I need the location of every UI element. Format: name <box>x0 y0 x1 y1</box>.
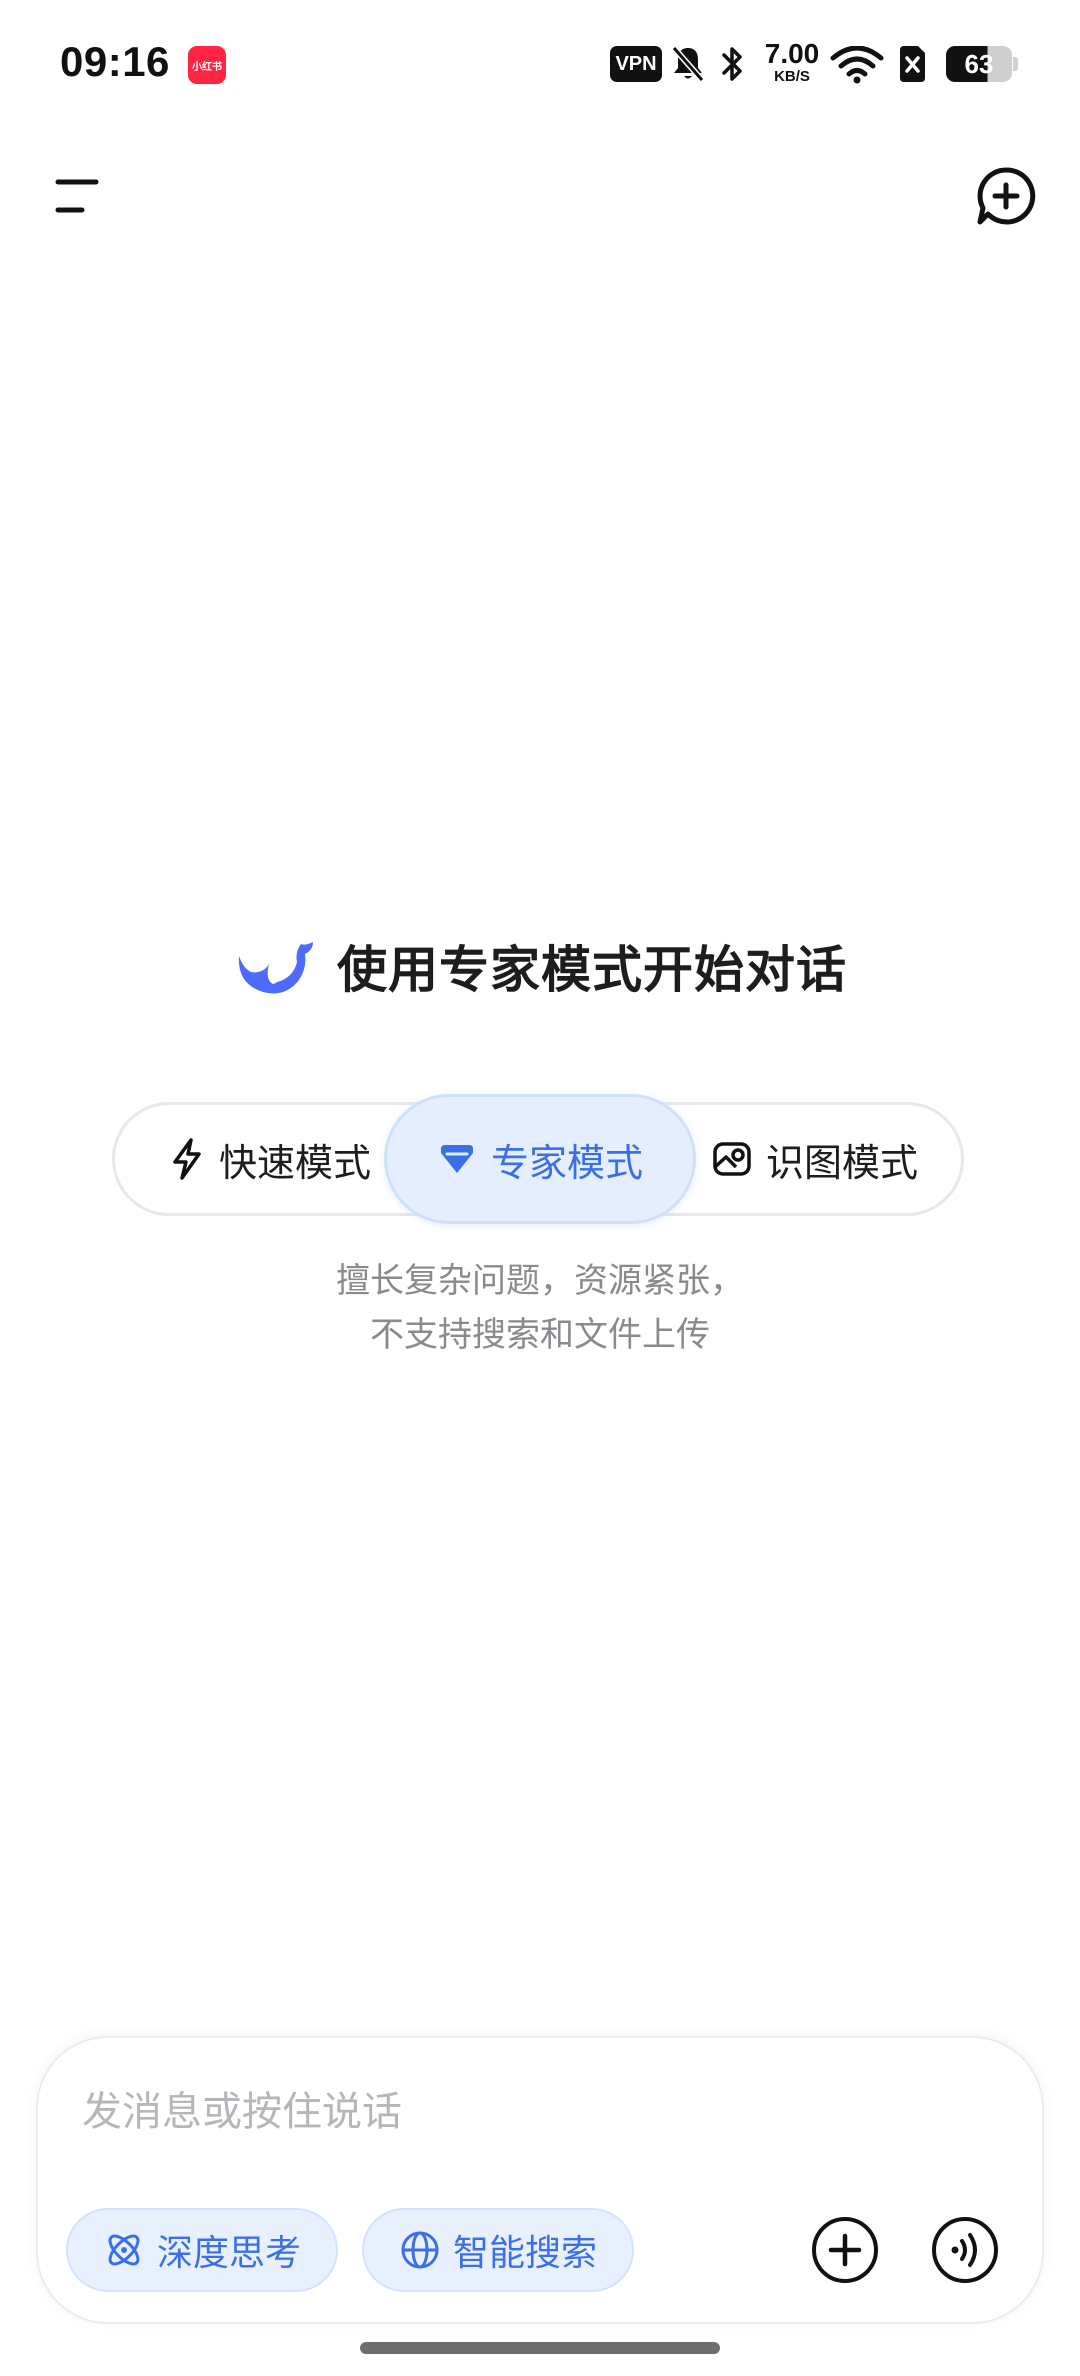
mode-fast-label: 快速模式 <box>218 1140 371 1185</box>
mode-expert-button[interactable]: 专家模式 <box>384 1094 696 1224</box>
mode-description: 擅长复杂问题，资源紧张， 不支持搜索和文件上传 <box>0 1254 1080 1362</box>
wifi-icon <box>830 45 884 88</box>
menu-button[interactable] <box>40 160 112 232</box>
smart-search-label: 智能搜索 <box>452 2233 597 2274</box>
new-chat-button[interactable] <box>966 156 1046 236</box>
xiaohongshu-app-icon: 小红书 <box>188 46 226 84</box>
battery-tip <box>1013 57 1018 71</box>
status-bar: 09:16 小红书 VPN 7.00 KB/S 63 <box>0 0 1080 130</box>
mode-description-line2: 不支持搜索和文件上传 <box>370 1315 710 1355</box>
network-speed: 7.00 KB/S <box>764 38 820 85</box>
mode-image-label: 识图模式 <box>765 1140 918 1185</box>
image-icon <box>713 1142 751 1176</box>
composer: 深度思考 智能搜索 <box>36 2036 1044 2324</box>
hero: 使用专家模式开始对话 <box>0 930 1080 1002</box>
message-input[interactable] <box>82 2082 982 2142</box>
plus-circle-icon <box>812 2217 878 2283</box>
mode-description-line1: 擅长复杂问题，资源紧张， <box>336 1261 744 1301</box>
deep-think-button[interactable]: 深度思考 <box>66 2208 338 2292</box>
attach-button[interactable] <box>808 2213 882 2287</box>
gem-icon <box>440 1145 473 1173</box>
new-chat-icon <box>977 167 1036 225</box>
mode-image-button[interactable]: 识图模式 <box>695 1105 935 1213</box>
vpn-badge: VPN <box>610 46 662 82</box>
status-time: 09:16 <box>60 38 170 85</box>
hero-title: 使用专家模式开始对话 <box>337 941 847 999</box>
smart-search-button[interactable]: 智能搜索 <box>362 2208 634 2292</box>
mode-expert-label: 专家模式 <box>490 1140 643 1185</box>
lightning-icon <box>173 1138 201 1180</box>
bell-muted-icon <box>670 44 706 88</box>
globe-icon <box>401 2231 439 2269</box>
bluetooth-icon <box>720 44 746 88</box>
no-sim-icon <box>896 44 928 88</box>
battery-indicator: 63 <box>946 46 1012 82</box>
mode-fast-button[interactable]: 快速模式 <box>155 1105 385 1213</box>
home-indicator[interactable] <box>360 2342 720 2354</box>
atom-icon <box>108 2234 140 2266</box>
voice-icon <box>932 2217 998 2283</box>
deepseek-whale-logo-icon <box>238 942 313 994</box>
voice-button[interactable] <box>928 2213 1002 2287</box>
deep-think-label: 深度思考 <box>156 2233 301 2274</box>
menu-icon <box>55 179 99 213</box>
